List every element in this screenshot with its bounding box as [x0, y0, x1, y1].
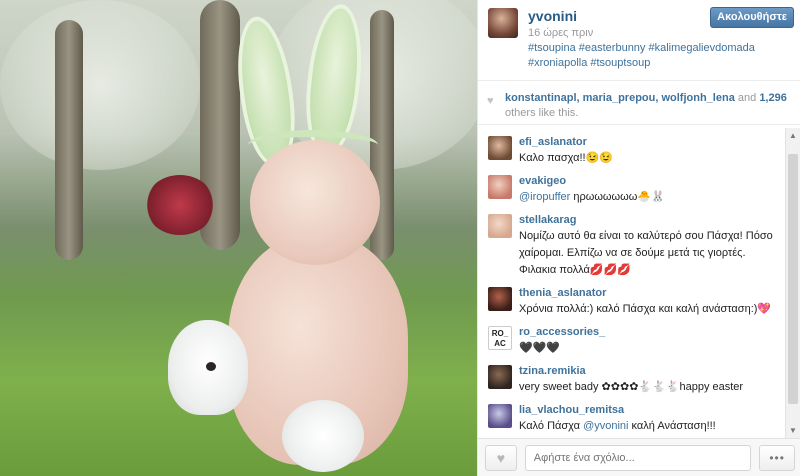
baby-head [250, 140, 380, 265]
comment-input[interactable] [524, 444, 752, 471]
comment-text: Χρόνια πολλά:) καλό Πάσχα και καλή ανάστ… [519, 303, 772, 315]
commenter-avatar[interactable] [488, 365, 512, 389]
bunny-eye [206, 362, 216, 371]
post-caption-tags[interactable]: #tsoupina #easterbunny #kalimegalievdoma… [528, 41, 768, 71]
follow-button[interactable]: Ακολουθήστε [710, 7, 794, 28]
comment-item: efi_aslanator Καλο πασχα!!😉😉 [478, 128, 786, 167]
comments-list: efi_aslanator Καλο πασχα!!😉😉 evakigeo @i… [478, 128, 786, 438]
arrow-up-icon[interactable]: ▲ [789, 131, 797, 140]
comment-mention[interactable]: @iropuffer [519, 191, 570, 203]
comment-username[interactable]: evakigeo [519, 175, 778, 187]
comment-text: very sweet bady ✿✿✿✿🐇🐇🐇happy easter [519, 381, 744, 393]
arrow-down-icon[interactable]: ▼ [789, 426, 797, 435]
likes-and: and [737, 92, 757, 104]
comment-mention[interactable]: @yvonini [583, 420, 628, 432]
comment-username[interactable]: tzina.remikia [519, 365, 778, 377]
comments-scrollbar[interactable]: ▲ ▼ [785, 128, 800, 438]
commenter-avatar[interactable] [488, 175, 512, 199]
comment-item: tzina.remikia very sweet bady ✿✿✿✿🐇🐇🐇hap… [478, 357, 786, 396]
post-sidebar: yvonini 16 ώρες πριν #tsoupina #easterbu… [477, 0, 800, 476]
comment-bar: ♥ ••• [478, 438, 800, 476]
like-button[interactable]: ♥ [485, 444, 517, 471]
comment-text: Καλό Πάσχα @yvonini καλή Ανάσταση!!! [519, 418, 778, 435]
comment-text: 🖤🖤🖤 [519, 342, 561, 354]
likes-summary: ♥ konstantinapl, maria_prepou, wolfjonh_… [478, 81, 800, 125]
scrollbar-thumb[interactable] [788, 154, 798, 404]
commenter-avatar[interactable] [488, 287, 512, 311]
comment-text-body: ηρωωωωωω🐣🐰 [570, 191, 665, 203]
comment-text: Νομίζω αυτό θα είναι το καλύτερό σου Πάσ… [519, 230, 773, 276]
post-photo[interactable] [0, 0, 477, 476]
comment-username[interactable]: ro_accessories_ [519, 326, 778, 338]
likes-suffix: others like this. [505, 107, 579, 119]
tree-trunk [55, 20, 83, 260]
comment-item: RO_ AC ro_accessories_ 🖤🖤🖤 [478, 318, 786, 357]
author-avatar[interactable] [488, 8, 518, 38]
post-timestamp[interactable]: 16 ώρες πριν [528, 27, 792, 39]
heart-icon: ♥ [496, 449, 506, 466]
comment-text: Καλο πασχα!!😉😉 [519, 152, 613, 164]
cotton-tail [282, 400, 364, 472]
comment-text: @iropuffer ηρωωωωωω🐣🐰 [519, 189, 778, 206]
background-foliage [0, 0, 200, 170]
comment-item: evakigeo @iropuffer ηρωωωωωω🐣🐰 [478, 167, 786, 206]
commenter-avatar[interactable] [488, 404, 512, 428]
comment-text-before: Καλό Πάσχα [519, 420, 584, 432]
commenter-avatar[interactable] [488, 136, 512, 160]
comment-item: lia_vlachou_remitsa Καλό Πάσχα @yvonini … [478, 396, 786, 435]
comment-text-body: καλή Ανάσταση!!! [628, 420, 716, 432]
likes-count[interactable]: 1,296 [759, 92, 787, 104]
commenter-avatar[interactable] [488, 214, 512, 238]
red-flowers [145, 175, 215, 235]
commenter-avatar[interactable]: RO_ AC [488, 326, 512, 350]
comment-item: thenia_aslanator Χρόνια πολλά:) καλό Πάσ… [478, 279, 786, 318]
heart-icon: ♥ [487, 95, 494, 107]
comment-item: stellakarag Νομίζω αυτό θα είναι το καλύ… [478, 206, 786, 279]
more-options-button[interactable]: ••• [759, 444, 795, 471]
comment-username[interactable]: thenia_aslanator [519, 287, 778, 299]
instagram-post-view: yvonini 16 ώρες πριν #tsoupina #easterbu… [0, 0, 800, 476]
comment-username[interactable]: stellakarag [519, 214, 778, 226]
comment-username[interactable]: lia_vlachou_remitsa [519, 404, 778, 416]
post-header: yvonini 16 ώρες πριν #tsoupina #easterbu… [478, 0, 800, 81]
liked-users[interactable]: konstantinapl, maria_prepou, wolfjonh_le… [505, 92, 735, 104]
comment-username[interactable]: efi_aslanator [519, 136, 778, 148]
